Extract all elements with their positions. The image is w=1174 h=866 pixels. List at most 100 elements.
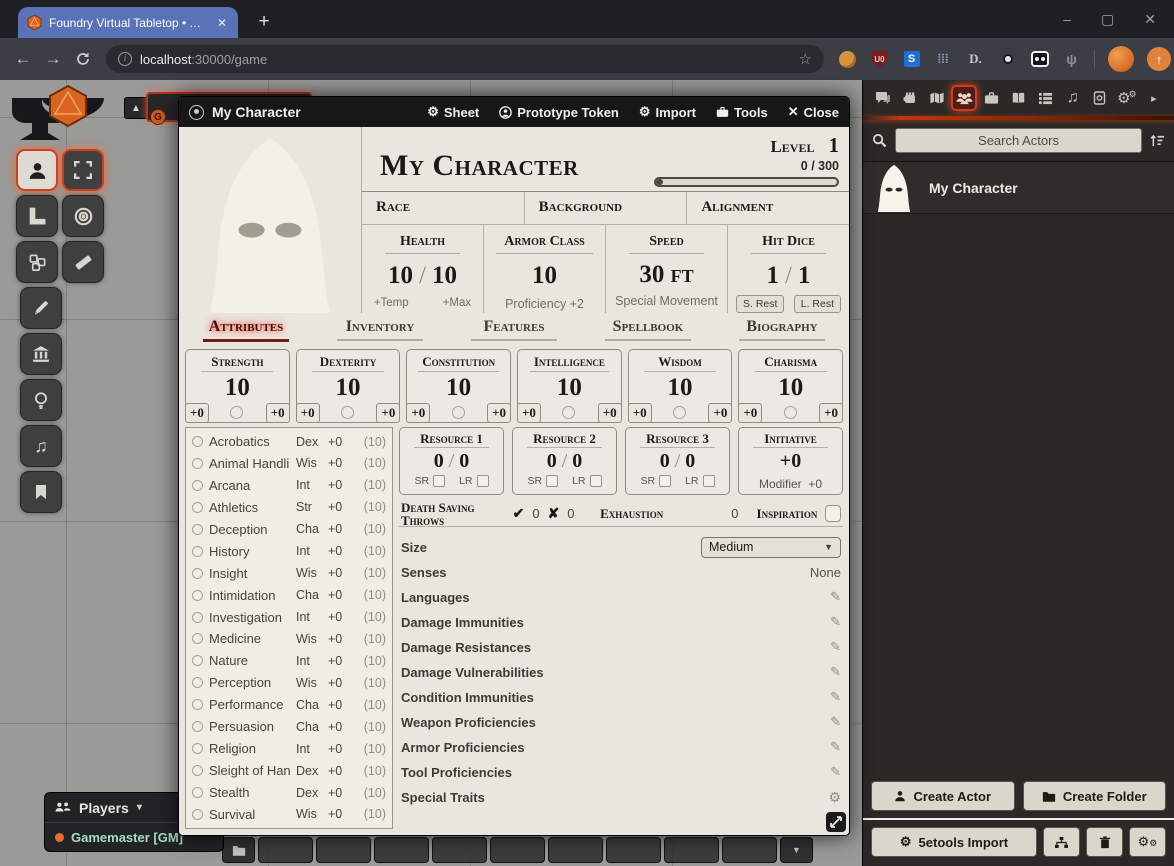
- skill-row[interactable]: InsightWis+0(10): [192, 563, 386, 584]
- save-proficiency-toggle[interactable]: [230, 406, 243, 419]
- sheet-config-button[interactable]: ⚙Sheet: [427, 104, 479, 120]
- tools-button[interactable]: Tools: [716, 105, 768, 120]
- trait-senses[interactable]: SensesNone: [401, 560, 841, 584]
- short-rest-button[interactable]: S. Rest: [736, 295, 784, 313]
- edit-icon[interactable]: ✎: [830, 689, 841, 705]
- background-field[interactable]: Background: [524, 192, 687, 224]
- tool-sounds-music[interactable]: ♫: [20, 425, 62, 467]
- dice-extension-icon[interactable]: [1031, 51, 1049, 67]
- skill-row[interactable]: PerformanceCha+0(10): [192, 694, 386, 715]
- initiative-box[interactable]: Initiative +0 Modifier +0: [738, 427, 843, 495]
- create-actor-button[interactable]: Create Actor: [871, 781, 1015, 811]
- tab-features[interactable]: Features: [447, 319, 581, 341]
- skill-proficiency-toggle[interactable]: [192, 765, 203, 776]
- configure-button[interactable]: ⚙⚙: [1129, 827, 1166, 857]
- tool-select-token[interactable]: [16, 149, 58, 191]
- skill-row[interactable]: MedicineWis+0(10): [192, 628, 386, 649]
- character-portrait[interactable]: [179, 127, 361, 313]
- skill-proficiency-toggle[interactable]: [192, 787, 203, 798]
- import-button[interactable]: ⚙Import: [639, 104, 696, 120]
- ability-charisma[interactable]: Charisma10 +0 +0: [738, 349, 843, 423]
- edit-icon[interactable]: ✎: [830, 714, 841, 730]
- ability-dexterity[interactable]: Dexterity10 +0 +0: [296, 349, 401, 423]
- tab-inventory[interactable]: Inventory: [313, 319, 447, 341]
- skill-proficiency-toggle[interactable]: [192, 721, 203, 732]
- skill-proficiency-toggle[interactable]: [192, 458, 203, 469]
- inspiration-checkbox[interactable]: [825, 505, 841, 522]
- items-tab[interactable]: [978, 85, 1004, 111]
- ability-save[interactable]: +0: [487, 403, 511, 423]
- playlists-tab[interactable]: ♫: [1060, 85, 1086, 111]
- tool-select-targets[interactable]: [62, 149, 104, 191]
- skill-proficiency-toggle[interactable]: [192, 633, 203, 644]
- tool-drawings-pencil[interactable]: [20, 287, 62, 329]
- tables-tab[interactable]: [1033, 85, 1059, 111]
- ability-intelligence[interactable]: Intelligence10 +0 +0: [517, 349, 622, 423]
- edit-icon[interactable]: ✎: [830, 639, 841, 655]
- character-name[interactable]: My Character: [362, 127, 654, 191]
- search-input[interactable]: [895, 128, 1142, 153]
- size-select[interactable]: Medium▼: [701, 537, 841, 558]
- skill-proficiency-toggle[interactable]: [192, 502, 203, 513]
- back-button[interactable]: ←: [8, 49, 38, 69]
- close-window-button[interactable]: ✕: [1144, 11, 1156, 28]
- death-fail-icon[interactable]: ✘: [548, 505, 560, 522]
- s-extension-icon[interactable]: S: [904, 51, 920, 67]
- temp-hp-label[interactable]: +Temp: [374, 297, 409, 309]
- ability-mod[interactable]: +0: [185, 403, 209, 423]
- skill-row[interactable]: HistoryInt+0(10): [192, 541, 386, 562]
- skill-proficiency-toggle[interactable]: [192, 436, 203, 447]
- cookie-extension-icon[interactable]: [839, 51, 856, 68]
- gear-icon[interactable]: ⚙: [828, 789, 841, 806]
- skill-proficiency-toggle[interactable]: [192, 743, 203, 754]
- macro-slot[interactable]: [548, 837, 603, 863]
- death-success-icon[interactable]: ✔: [513, 505, 525, 522]
- tool-walls-bank[interactable]: [20, 333, 62, 375]
- forward-button[interactable]: →: [38, 49, 68, 69]
- minimize-button[interactable]: –: [1063, 11, 1071, 27]
- tool-measure-ruler[interactable]: [16, 195, 58, 237]
- tool-ruler-diagonal[interactable]: [62, 241, 104, 283]
- tab-spellbook[interactable]: Spellbook: [581, 319, 715, 341]
- macro-slot[interactable]: [722, 837, 777, 863]
- sr-checkbox[interactable]: [659, 475, 671, 487]
- actor-entry[interactable]: My Character: [863, 162, 1174, 214]
- sr-checkbox[interactable]: [546, 475, 558, 487]
- compendium-tab[interactable]: [1087, 85, 1113, 111]
- skill-row[interactable]: AthleticsStr+0(10): [192, 497, 386, 518]
- resource-2[interactable]: Resource 2 0/0 SRLR: [512, 427, 617, 495]
- macro-slot[interactable]: [316, 837, 371, 863]
- macro-folder-button[interactable]: [222, 837, 255, 863]
- new-tab-button[interactable]: +: [250, 8, 278, 36]
- sort-icon[interactable]: [1150, 134, 1165, 148]
- macro-slot[interactable]: [258, 837, 313, 863]
- resource-1[interactable]: Resource 1 0/0 SRLR: [399, 427, 504, 495]
- ability-mod[interactable]: +0: [517, 403, 541, 423]
- prototype-token-button[interactable]: Prototype Token: [499, 105, 619, 120]
- edit-icon[interactable]: ✎: [830, 739, 841, 755]
- skill-proficiency-toggle[interactable]: [192, 480, 203, 491]
- skill-row[interactable]: ArcanaInt+0(10): [192, 475, 386, 496]
- d-extension-icon[interactable]: D.: [966, 50, 985, 69]
- save-proficiency-toggle[interactable]: [784, 406, 797, 419]
- ability-mod[interactable]: +0: [296, 403, 320, 423]
- combat-tab[interactable]: [897, 85, 923, 111]
- folder-tree-button[interactable]: [1043, 827, 1080, 857]
- ability-save[interactable]: +0: [376, 403, 400, 423]
- lr-checkbox[interactable]: [477, 475, 489, 487]
- ability-mod[interactable]: +0: [406, 403, 430, 423]
- edit-icon[interactable]: ✎: [830, 614, 841, 630]
- macro-slot[interactable]: [664, 837, 719, 863]
- skill-proficiency-toggle[interactable]: [192, 590, 203, 601]
- skill-row[interactable]: InvestigationInt+0(10): [192, 607, 386, 628]
- resource-3[interactable]: Resource 3 0/0 SRLR: [625, 427, 730, 495]
- collapse-sidebar-button[interactable]: ▸: [1141, 85, 1167, 111]
- skill-row[interactable]: DeceptionCha+0(10): [192, 519, 386, 540]
- death-success-count[interactable]: 0: [532, 506, 539, 521]
- tool-template-target[interactable]: [62, 195, 104, 237]
- close-sheet-button[interactable]: ✕Close: [788, 104, 839, 120]
- lr-checkbox[interactable]: [590, 475, 602, 487]
- scenes-tab[interactable]: [924, 85, 950, 111]
- xp-text[interactable]: 0 / 300: [654, 159, 839, 173]
- sr-checkbox[interactable]: [433, 475, 445, 487]
